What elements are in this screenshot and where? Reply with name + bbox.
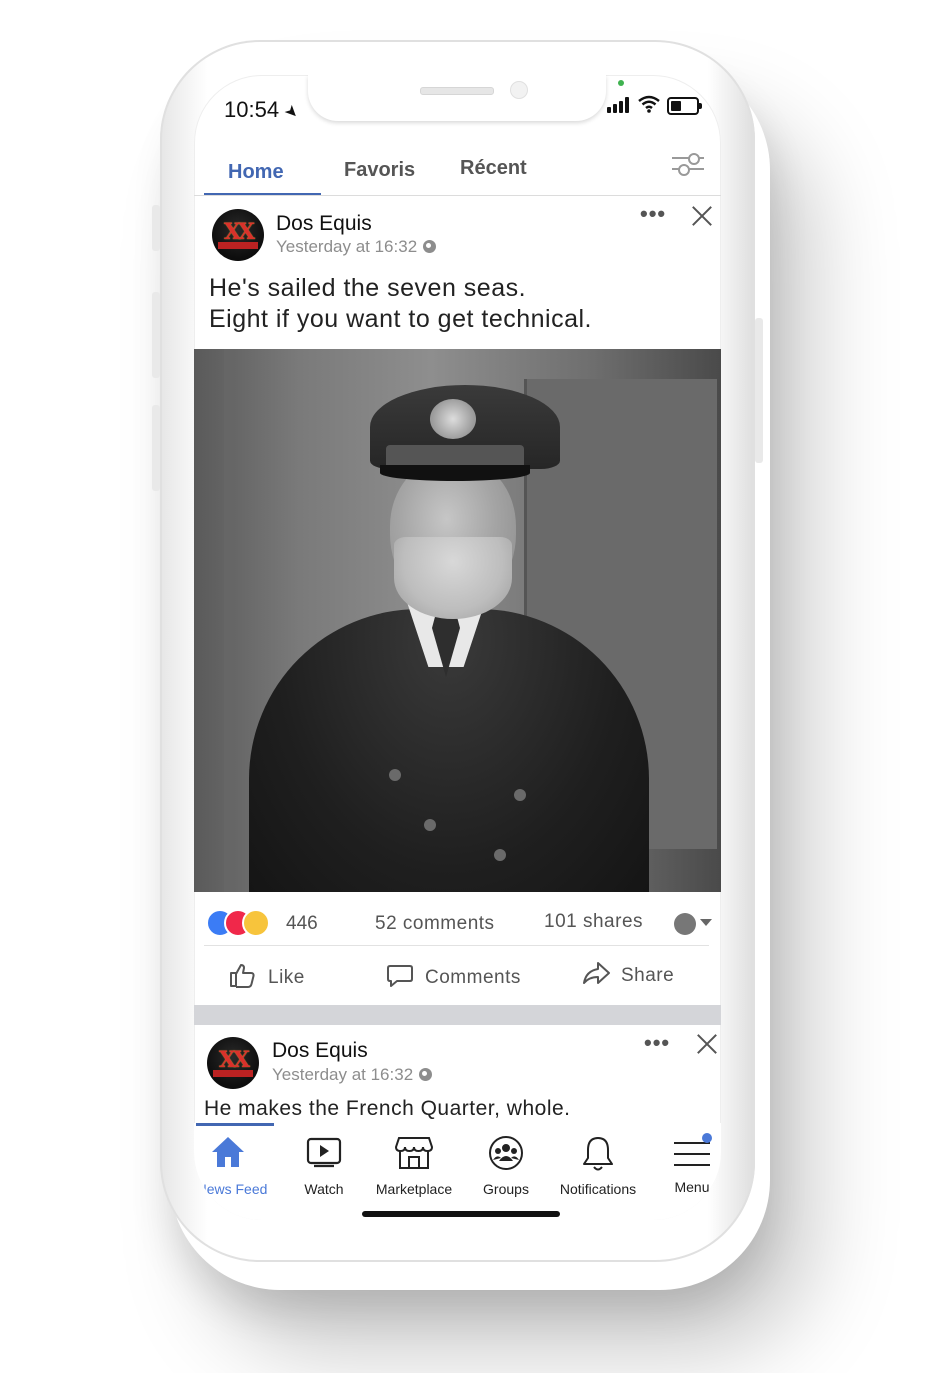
- page-avatar[interactable]: XX: [212, 209, 264, 261]
- location-arrow-icon: ➤: [280, 101, 303, 124]
- bell-icon: [583, 1137, 613, 1171]
- more-options-icon[interactable]: •••: [640, 201, 666, 227]
- power-button: [755, 318, 763, 463]
- volume-up-button: [152, 292, 160, 378]
- battery-icon: [667, 97, 702, 115]
- close-icon[interactable]: [696, 1033, 718, 1055]
- home-icon: [212, 1137, 244, 1167]
- nav-menu[interactable]: Menu: [672, 1133, 712, 1195]
- more-options-icon[interactable]: •••: [644, 1030, 670, 1056]
- tab-favoris[interactable]: Favoris: [344, 159, 415, 182]
- wifi-icon: [637, 95, 661, 113]
- shares-count[interactable]: 101 shares: [544, 911, 643, 933]
- comment-icon: [387, 965, 413, 987]
- like-label: Like: [268, 967, 305, 988]
- mute-switch: [152, 205, 160, 251]
- filter-icon[interactable]: [672, 153, 704, 176]
- phone-screen: 10:54➤ Home Favoris Récent XX Dos Equis …: [194, 75, 721, 1220]
- bottom-navigation: News Feed Watch Marketplace Groups Notif…: [194, 1123, 721, 1220]
- chevron-down-icon[interactable]: [700, 919, 712, 926]
- page-name[interactable]: Dos Equis: [276, 212, 372, 236]
- tab-home[interactable]: Home: [228, 161, 284, 184]
- active-nav-indicator: [196, 1123, 274, 1126]
- front-camera: [510, 81, 528, 99]
- nav-label: News Feed: [196, 1181, 268, 1197]
- post-text: He's sailed the seven seas. Eight if you…: [209, 274, 592, 333]
- audience-avatar[interactable]: [674, 913, 696, 935]
- post-time: Yesterday at 16:32: [276, 237, 437, 257]
- reactions-count[interactable]: 446: [286, 913, 318, 935]
- marketplace-icon: [394, 1137, 434, 1169]
- post-separator: [194, 1005, 721, 1025]
- comment-button[interactable]: Comments: [386, 955, 536, 999]
- feed-tabs: Home Favoris Récent: [194, 145, 721, 196]
- reactions-divider: [204, 945, 709, 946]
- signal-icon: [607, 97, 629, 113]
- nav-watch[interactable]: Watch: [304, 1135, 344, 1197]
- volume-down-button: [152, 405, 160, 491]
- page-name[interactable]: Dos Equis: [272, 1039, 368, 1063]
- notch: [308, 75, 606, 121]
- notification-dot: [702, 1133, 712, 1143]
- globe-icon: [423, 240, 437, 253]
- home-indicator[interactable]: [362, 1211, 560, 1217]
- share-label: Share: [621, 965, 675, 986]
- speaker: [420, 87, 494, 95]
- nav-marketplace[interactable]: Marketplace: [376, 1135, 452, 1197]
- nav-news-feed[interactable]: News Feed: [197, 1135, 267, 1197]
- nav-groups[interactable]: Groups: [483, 1135, 529, 1197]
- comment-label: Comments: [425, 967, 521, 988]
- nav-notifications[interactable]: Notifications: [560, 1135, 636, 1197]
- globe-icon: [419, 1068, 433, 1081]
- thumbs-up-icon: [230, 964, 255, 988]
- watch-icon: [306, 1137, 342, 1168]
- page-avatar[interactable]: XX: [207, 1037, 259, 1089]
- share-button[interactable]: Share: [582, 955, 692, 999]
- post-photo[interactable]: [194, 349, 721, 892]
- like-button[interactable]: Like: [228, 955, 338, 999]
- haha-reaction-icon: [242, 909, 270, 937]
- camera-indicator-dot: [618, 80, 624, 86]
- reactions-summary: 446 52 comments 101 shares: [194, 895, 721, 945]
- share-icon: [583, 962, 610, 984]
- groups-icon: [489, 1136, 523, 1170]
- comments-count[interactable]: 52 comments: [375, 913, 495, 935]
- status-time: 10:54➤: [224, 97, 303, 124]
- post-text: He makes the French Quarter, whole.: [204, 1097, 571, 1120]
- close-icon[interactable]: [691, 205, 713, 227]
- reaction-icons[interactable]: [206, 909, 272, 937]
- post-time: Yesterday at 16:32: [272, 1065, 433, 1085]
- tab-recent[interactable]: Récent: [460, 157, 527, 180]
- tabs-divider: [194, 195, 721, 196]
